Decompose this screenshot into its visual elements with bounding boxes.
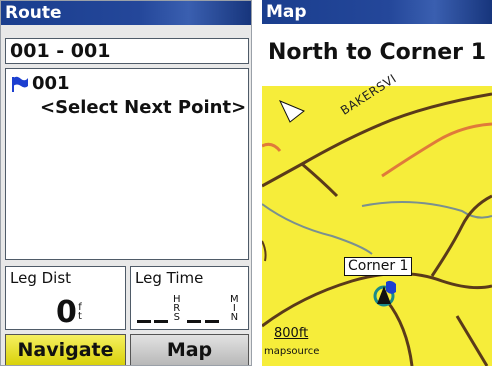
leg-dist-value: 0 — [56, 295, 77, 330]
leg-time-field[interactable]: Leg Time H R S M I N — [130, 266, 249, 330]
leg-time-label: Leg Time — [135, 269, 204, 287]
route-point-label: 001 — [32, 73, 70, 94]
leg-dist-label: Leg Dist — [10, 269, 72, 287]
route-screen: Route 001 - 001 001 <Select Next Point> … — [0, 0, 252, 366]
navigation-heading: North to Corner 1 — [267, 40, 486, 65]
blue-flag-icon — [10, 74, 30, 94]
route-point-item[interactable]: 001 — [10, 73, 70, 94]
route-point-list[interactable]: 001 <Select Next Point> — [5, 68, 249, 260]
map-canvas[interactable] — [262, 86, 492, 366]
map-view[interactable]: BAKERSVI Corner 1 800ft mapsource — [262, 71, 492, 366]
map-title: Map — [266, 2, 307, 22]
route-name-field[interactable]: 001 - 001 — [5, 38, 249, 64]
navigate-button[interactable]: Navigate — [5, 334, 126, 365]
map-source-label: mapsource — [264, 346, 320, 357]
leg-dist-field[interactable]: Leg Dist 0 f t — [5, 266, 126, 330]
map-screen: Map North to Corner 1 BAKERSVI Corner 1 … — [262, 0, 492, 366]
hours-dash-1 — [137, 320, 151, 323]
minutes-dash-2 — [205, 320, 219, 323]
hours-dash-2 — [154, 320, 168, 323]
hours-unit: H R S — [173, 294, 181, 323]
select-next-point[interactable]: <Select Next Point> — [40, 97, 246, 118]
map-scale: 800ft — [274, 326, 309, 341]
minutes-dash-1 — [187, 320, 201, 323]
map-title-bar: Map — [262, 0, 492, 24]
waypoint-label[interactable]: Corner 1 — [344, 257, 413, 276]
map-button[interactable]: Map — [130, 334, 249, 365]
minutes-unit: M I N — [230, 294, 239, 323]
route-title: Route — [5, 3, 62, 23]
leg-dist-unit: f t — [78, 302, 82, 322]
route-title-bar: Route — [1, 1, 251, 25]
